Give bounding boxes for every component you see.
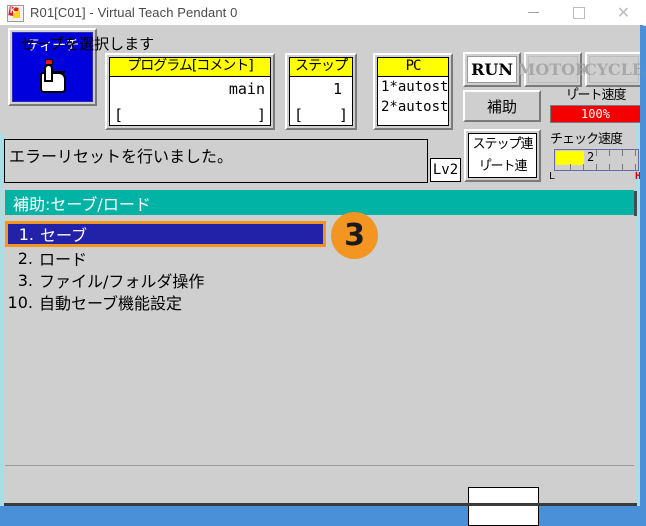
check-speed-slider[interactable]: チェック速度 2 L H xyxy=(548,132,643,182)
menu-header: 補助:セーブ/ロード xyxy=(5,190,634,215)
hint-text: セーブを選択します xyxy=(20,35,155,53)
menu-item-label: ファイル/フォルダ操作 xyxy=(39,272,205,291)
cycle-indicator[interactable]: CYCLE xyxy=(584,52,644,87)
check-speed-value: 2 xyxy=(587,150,595,164)
check-speed-label: チェック速度 xyxy=(550,132,623,147)
check-speed-fill xyxy=(556,151,584,165)
repeat-speed-label: リ゚ート速度 xyxy=(565,88,626,103)
hand-pointer-icon xyxy=(39,59,66,93)
run-mode-line-2: リ゚ート連 xyxy=(478,158,527,174)
window-title: R01[C01] - Virtual Teach Pendant 0 xyxy=(30,5,238,20)
menu-item-number: 3. xyxy=(17,270,33,290)
program-field[interactable]: プログラム[コメント] main [ ] xyxy=(105,53,275,130)
menu-item-load[interactable]: 2. ロード xyxy=(5,247,634,270)
program-bracket-right: ] xyxy=(256,106,266,124)
bottom-panel xyxy=(5,465,634,503)
menu-item-file-folder-ops[interactable]: 3. ファイル/フォルダ操作 xyxy=(5,269,634,292)
menu-header-shadow xyxy=(634,191,637,216)
run-mode-button[interactable]: ステップ゚連 リ゚ート連 xyxy=(464,129,541,182)
bottom-shadow xyxy=(4,503,637,506)
run-indicator-label: RUN xyxy=(467,56,517,83)
cycle-indicator-label: CYCLE xyxy=(584,56,644,83)
menu-list: 1. セーブ 2. ロード 3. ファイル/フォルダ操作 10. 自動セーブ機能… xyxy=(5,221,634,461)
program-field-value: main xyxy=(228,80,265,98)
pc-field-title: PC xyxy=(378,58,448,77)
menu-item-label: ロード xyxy=(39,250,88,269)
program-field-title: プログラム[コメント] xyxy=(110,58,270,77)
teach-pendant-panel: ティーチ プログラム[コメント] main [] ステップ゚ 1 [] PC… xyxy=(0,25,644,526)
motor-indicator-label: MOTOR xyxy=(518,56,588,83)
maximize-button[interactable] xyxy=(556,0,601,25)
menu-item-number: 1. xyxy=(18,224,34,244)
client-area: ティーチ プログラム[コメント] main [] ステップ゚ 1 [] PC… xyxy=(0,25,644,526)
step-annotation-badge: 3 xyxy=(331,212,378,259)
step-bracket-left: [ xyxy=(294,106,304,124)
run-mode-line-1: ステップ゚連 xyxy=(472,136,533,152)
run-indicator[interactable]: RUN xyxy=(463,52,521,87)
app-icon: K xyxy=(6,4,24,22)
program-bracket-left: [ xyxy=(114,106,124,124)
menu-item-label: セーブ xyxy=(40,226,88,245)
menu-item-auto-save-settings[interactable]: 10. 自動セーブ機能設定 xyxy=(5,291,634,314)
title-bar: K R01[C01] - Virtual Teach Pendant 0 ✕ xyxy=(0,0,646,26)
repeat-speed-value: 100% xyxy=(550,105,641,123)
error-level-badge: Lv2 xyxy=(430,158,461,182)
application-window: K R01[C01] - Virtual Teach Pendant 0 ✕ テ… xyxy=(0,0,646,526)
minimize-button[interactable] xyxy=(511,0,556,25)
step-field-value: 1 xyxy=(332,80,342,98)
window-controls: ✕ xyxy=(511,0,646,25)
check-speed-low-label: L xyxy=(549,171,556,182)
step-field-title: ステップ゚ xyxy=(290,58,352,77)
menu-item-label: 自動セーブ機能設定 xyxy=(39,294,183,313)
menu-item-number: 2. xyxy=(17,248,33,268)
pc-field[interactable]: PC 1*autost 2*autost xyxy=(373,53,453,130)
pc-line-2: 2*autost xyxy=(381,99,448,115)
motor-indicator[interactable]: MOTOR xyxy=(518,52,588,87)
menu-item-save[interactable]: 1. セーブ xyxy=(5,221,326,247)
message-bar: エラーリセットを行いました。 xyxy=(4,139,428,183)
menu-item-number: 10. xyxy=(7,292,33,312)
input-field[interactable] xyxy=(468,487,539,526)
check-speed-track[interactable]: 2 xyxy=(554,149,639,171)
repeat-speed-gauge[interactable]: リ゚ート速度 100% xyxy=(548,88,643,126)
step-bracket-right: ] xyxy=(338,106,348,124)
pc-line-1: 1*autost xyxy=(381,79,448,95)
aux-button[interactable]: 補助 xyxy=(463,90,541,122)
close-icon[interactable]: ✕ xyxy=(601,0,646,25)
check-speed-high-label: H xyxy=(634,171,641,182)
left-rail xyxy=(0,133,4,503)
step-field[interactable]: ステップ゚ 1 [ ] xyxy=(285,53,357,130)
